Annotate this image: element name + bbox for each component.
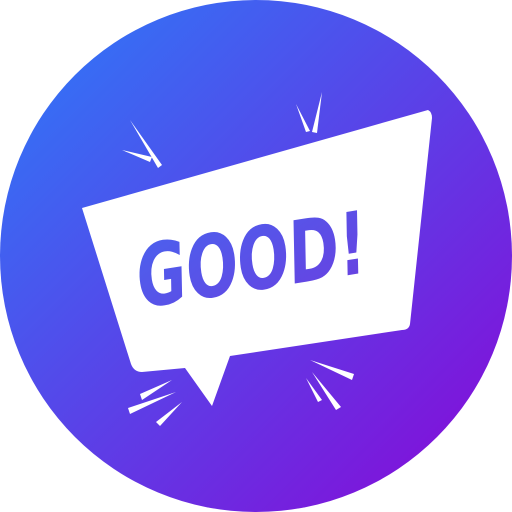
good-badge-svg: GOOD!: [0, 0, 512, 512]
good-badge-icon: GOOD!: [0, 0, 512, 512]
